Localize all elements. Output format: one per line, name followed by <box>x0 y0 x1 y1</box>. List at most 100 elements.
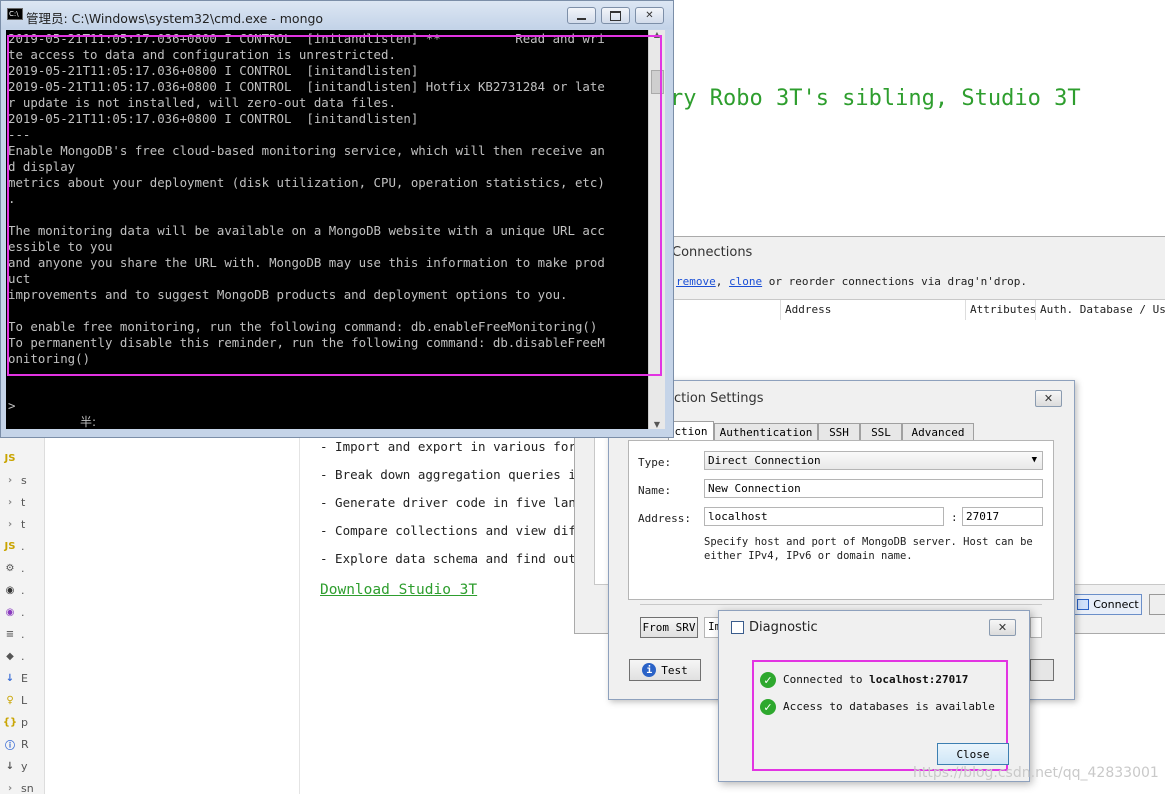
address-label: Address: <box>638 512 691 525</box>
clone-link[interactable]: clone <box>729 275 762 288</box>
cmd-window-title: 管理员: C:\Windows\system32\cmd.exe - mongo <box>26 11 324 26</box>
diagnostic-close-button[interactable]: Close <box>937 743 1009 765</box>
ide-tree-item-label: t <box>21 495 26 509</box>
ide-tree-item-label: L <box>21 693 28 707</box>
ide-tree-item-label: . <box>21 539 25 553</box>
from-srv-button[interactable]: From SRV <box>640 617 698 638</box>
download-studio-3t-link[interactable]: Download Studio 3T <box>320 582 477 598</box>
help-rest: or reorder connections via drag'n'drop. <box>762 275 1028 288</box>
tab-authentication[interactable]: Authentication <box>714 423 818 441</box>
connections-help-text: remove, clone or reorder connections via… <box>676 275 1027 288</box>
ide-file-tree: JS › s › t › t JS. ⚙. ◉. ◉. ≡. ◆. ↓ E ♀ L{} p ⓘ R ↓ y › sn <box>0 438 45 795</box>
file-type-icon: ◆ <box>6 650 14 662</box>
column-header-address[interactable]: Address <box>780 300 965 320</box>
connect-label: Connect <box>1093 598 1139 611</box>
column-header-attributes[interactable]: Attributes <box>965 300 1036 320</box>
connections-title: Connections <box>672 245 753 260</box>
connection-type-select[interactable]: Direct Connection ▼ <box>704 451 1043 470</box>
ide-tree-item-label: . <box>21 649 25 663</box>
ide-tree-item[interactable]: ◉. <box>2 580 44 600</box>
ide-tree-item-label: . <box>21 583 25 597</box>
settings-cancel-stub[interactable] <box>1030 659 1054 681</box>
ide-tree-item[interactable]: {} p <box>2 712 44 732</box>
highlight-box <box>7 35 662 376</box>
ide-tree-item[interactable]: ≡. <box>2 624 44 644</box>
feature-bullet: - Explore data schema and find outli <box>320 551 591 566</box>
ide-editor-panel <box>45 438 300 794</box>
connection-type-value: Direct Connection <box>708 454 821 467</box>
ide-tree-item-label: R <box>21 737 29 751</box>
port-input[interactable]: 27017 <box>962 507 1043 526</box>
divider <box>640 604 1042 605</box>
file-type-icon: › <box>7 782 13 794</box>
watermark: https://blog.csdn.net/qq_42833001 <box>913 765 1159 781</box>
diagnostic-close-x-button[interactable]: ✕ <box>989 619 1016 636</box>
close-icon: ✕ <box>645 10 654 21</box>
ide-tree-item-label: E <box>21 671 28 685</box>
connect-icon <box>1077 599 1090 610</box>
close-icon: ✕ <box>1043 392 1054 405</box>
minimize-icon <box>577 17 586 20</box>
column-header-auth[interactable]: Auth. Database / User <box>1035 300 1165 320</box>
tab-ssh[interactable]: SSH <box>818 423 860 441</box>
ide-tree-item-label: sn <box>21 781 34 795</box>
connect-button[interactable]: Connect <box>1074 594 1142 615</box>
feature-bullet: - Generate driver code in five langu <box>320 495 591 510</box>
ime-indicator: 半: <box>80 415 97 429</box>
studio-3t-headline: ry Robo 3T's sibling, Studio 3T <box>670 86 1081 111</box>
tab-advanced[interactable]: Advanced <box>902 423 974 441</box>
tab-ssl[interactable]: SSL <box>860 423 902 441</box>
maximize-button[interactable] <box>601 7 630 24</box>
feature-bullet: - Import and export in various forma <box>320 439 591 454</box>
ide-tree-item[interactable]: › s <box>2 470 44 490</box>
ide-tree-item[interactable]: ⓘ R <box>2 734 44 754</box>
info-icon: i <box>642 663 657 677</box>
ide-tree-item[interactable]: › sn <box>2 778 44 798</box>
host-input[interactable]: localhost <box>704 507 944 526</box>
chevron-down-icon[interactable]: ▼ <box>649 420 665 429</box>
ide-tree-item-label: s <box>21 473 27 487</box>
file-type-icon: › <box>7 474 13 486</box>
ide-tree-item-label: y <box>21 759 28 773</box>
ide-tree-item-label: p <box>21 715 28 729</box>
ide-tree-item[interactable]: ♀ L <box>2 690 44 710</box>
ide-tree-item[interactable]: ↓ E <box>2 668 44 688</box>
name-label: Name: <box>638 484 672 497</box>
window-close-button[interactable]: ✕ <box>635 7 664 24</box>
file-type-icon: ⓘ <box>5 740 15 752</box>
port-separator: : <box>951 511 958 524</box>
console-prompt: > <box>8 398 16 413</box>
test-button[interactable]: i Test <box>629 659 701 681</box>
connections-close-button[interactable] <box>1149 594 1165 615</box>
file-type-icon: {} <box>2 716 18 728</box>
ide-tree-item[interactable]: › t <box>2 492 44 512</box>
file-type-icon: ≡ <box>5 628 15 640</box>
file-type-icon: › <box>7 496 13 508</box>
type-label: Type: <box>638 456 672 469</box>
ide-tree-item[interactable]: ↓ y <box>2 756 44 776</box>
diagnostic-window-icon <box>731 621 744 634</box>
ide-tree-item-label: . <box>21 605 25 619</box>
tab-connection[interactable]: ction <box>668 421 714 441</box>
ide-tree-item-label: . <box>21 627 25 641</box>
import-browse-stub[interactable] <box>1030 617 1042 638</box>
remove-link[interactable]: remove <box>676 275 716 288</box>
file-type-icon: ⚙ <box>5 562 15 574</box>
diagnostic-title: Diagnostic <box>749 620 818 635</box>
ide-tree-item[interactable]: ◉. <box>2 602 44 622</box>
close-icon: ✕ <box>997 621 1008 634</box>
ide-tree-item[interactable]: JS. <box>2 536 44 556</box>
settings-close-button[interactable]: ✕ <box>1035 390 1062 407</box>
file-type-icon: ◉ <box>5 584 15 596</box>
file-type-icon: ◉ <box>5 606 15 618</box>
cmd-icon: C:\ <box>7 8 23 20</box>
file-type-icon: JS <box>4 540 16 552</box>
connection-name-input[interactable]: New Connection <box>704 479 1043 498</box>
ide-tree-item[interactable]: JS <box>2 448 44 468</box>
ide-tree-item[interactable]: › t <box>2 514 44 534</box>
file-type-icon: JS <box>4 452 16 464</box>
address-hint: Specify host and port of MongoDB server.… <box>704 536 1033 562</box>
ide-tree-item[interactable]: ◆. <box>2 646 44 666</box>
ide-tree-item[interactable]: ⚙. <box>2 558 44 578</box>
minimize-button[interactable] <box>567 7 596 24</box>
